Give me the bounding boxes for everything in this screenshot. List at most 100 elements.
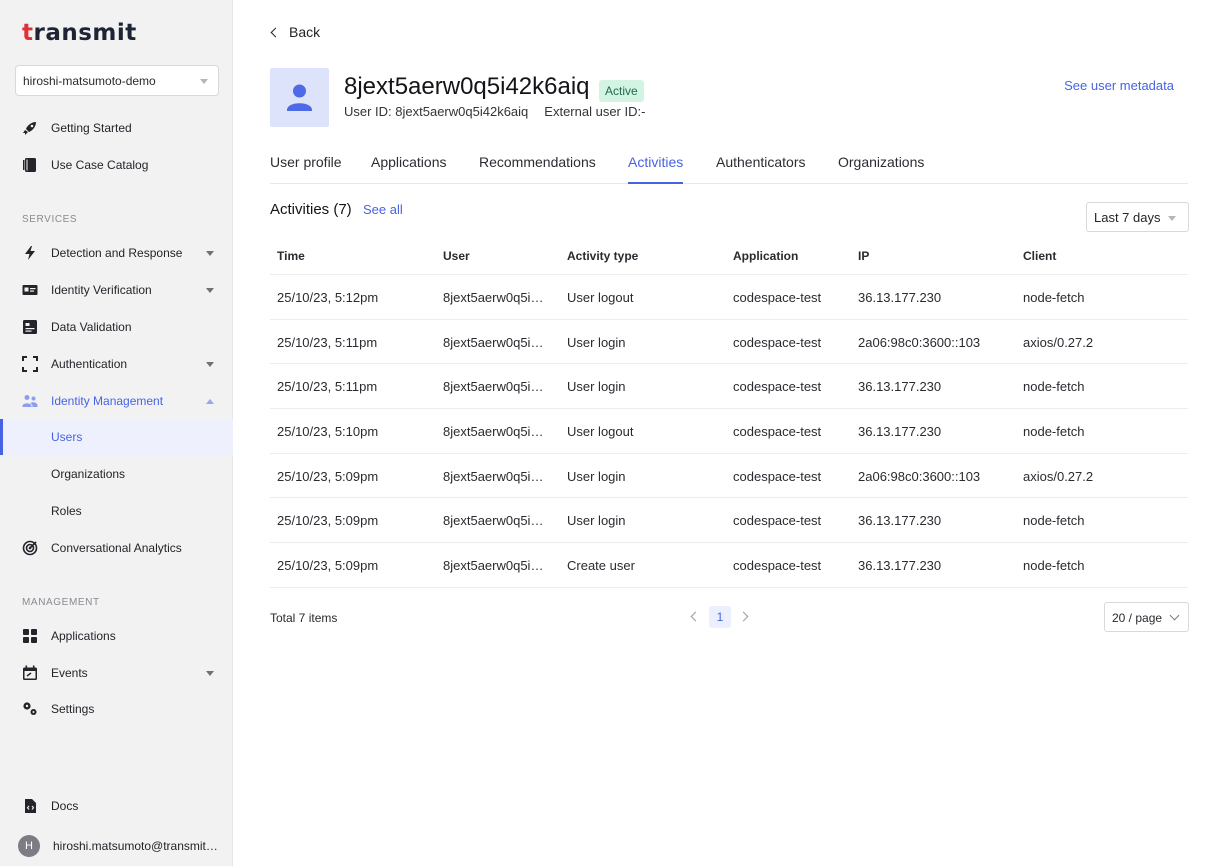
sidebar-item-conversational-analytics[interactable]: Conversational Analytics <box>0 530 233 566</box>
radar-icon <box>22 540 38 556</box>
tab-user-profile[interactable]: User profile <box>270 154 342 184</box>
page-size-select[interactable]: 20 / page <box>1104 602 1189 632</box>
column-header-ip[interactable]: IP <box>858 249 1018 263</box>
sidebar-item-organizations[interactable]: Organizations <box>0 456 233 492</box>
table-row[interactable]: 25/10/23, 5:11pm 8jext5aerw0q5i42k6aiq U… <box>270 320 1188 365</box>
user-email: hiroshi.matsumoto@transmitsecurity.com <box>53 839 221 853</box>
cell-application: codespace-test <box>733 468 822 484</box>
cell-client: node-fetch <box>1023 290 1085 305</box>
back-label: Back <box>289 24 321 40</box>
cell-activity-type: User logout <box>567 424 634 440</box>
table-row[interactable]: 25/10/23, 5:10pm 8jext5aerw0q5i42k6aiq U… <box>270 409 1188 454</box>
sidebar-item-label: Settings <box>51 702 95 716</box>
table-row[interactable]: 25/10/23, 5:09pm 8jext5aerw0q5i42k6aiq U… <box>270 454 1188 499</box>
cell-ip: 2a06:98c0:3600::103 <box>858 468 981 484</box>
sidebar-item-docs[interactable]: Docs <box>0 788 233 824</box>
caret-down-icon <box>1168 216 1176 221</box>
sidebar-item-detection-and-response[interactable]: Detection and Response <box>0 235 233 271</box>
calendar-icon <box>23 665 37 680</box>
table-row[interactable]: 25/10/23, 5:09pm 8jext5aerw0q5i42k6aiq U… <box>270 498 1188 544</box>
sidebar-item-applications[interactable]: Applications <box>0 618 233 654</box>
cell-application: codespace-test <box>733 513 822 529</box>
cell-activity-type: User login <box>567 513 626 529</box>
id-card-icon <box>22 285 38 295</box>
sidebar-item-authentication[interactable]: Authentication <box>0 346 233 382</box>
cell-client: node-fetch <box>1023 558 1085 574</box>
tab-activities[interactable]: Activities <box>628 154 684 184</box>
caret-down-icon <box>206 362 214 367</box>
cell-user: 8jext5aerw0q5i42k6aiq <box>443 334 550 350</box>
cell-ip: 36.13.177.230 <box>858 379 942 395</box>
bolt-icon <box>25 246 35 260</box>
sidebar-item-users[interactable]: Users <box>0 419 233 455</box>
cell-ip: 36.13.177.230 <box>858 558 942 574</box>
see-user-metadata-link[interactable]: See user metadata <box>1064 78 1174 93</box>
cell-client: node-fetch <box>1023 513 1085 529</box>
gears-icon <box>23 702 37 715</box>
sidebar-item-label: Identity Verification <box>51 283 152 297</box>
cell-activity-type: User login <box>567 379 626 395</box>
chevron-right-icon[interactable] <box>738 611 749 622</box>
sidebar-item-identity-management[interactable]: Identity Management <box>0 383 233 419</box>
caret-down-icon <box>200 79 208 84</box>
column-header-application[interactable]: Application <box>733 249 853 263</box>
cell-time: 25/10/23, 5:12pm <box>277 290 379 305</box>
sidebar-item-identity-verification[interactable]: Identity Verification <box>0 272 233 308</box>
cell-ip: 36.13.177.230 <box>858 424 942 440</box>
caret-down-icon <box>206 288 214 293</box>
cell-user: 8jext5aerw0q5i42k6aiq <box>443 513 550 529</box>
sidebar-item-data-validation[interactable]: Data Validation <box>0 309 233 345</box>
tab-organizations[interactable]: Organizations <box>838 154 924 184</box>
cell-application: codespace-test <box>733 334 822 350</box>
total-items: Total 7 items <box>270 611 338 625</box>
cell-time: 25/10/23, 5:09pm <box>277 468 379 484</box>
cell-client: node-fetch <box>1023 424 1085 440</box>
tab-authenticators[interactable]: Authenticators <box>716 154 806 184</box>
cell-user: 8jext5aerw0q5i42k6aiq <box>443 424 550 440</box>
cell-client: axios/0.27.2 <box>1023 334 1094 350</box>
user-avatar <box>270 68 329 127</box>
cell-activity-type: Create user <box>567 558 635 574</box>
cell-ip: 36.13.177.230 <box>858 513 942 529</box>
sidebar-item-getting-started[interactable]: Getting Started <box>0 110 233 146</box>
tab-applications[interactable]: Applications <box>371 154 447 184</box>
column-header-client[interactable]: Client <box>1023 249 1183 263</box>
cell-application: codespace-test <box>733 424 822 440</box>
transmit-logo[interactable]: transmit <box>22 20 137 46</box>
date-range-value: Last 7 days <box>1094 210 1161 225</box>
table-row[interactable]: 25/10/23, 5:11pm 8jext5aerw0q5i42k6aiq U… <box>270 364 1188 410</box>
sidebar: transmit hiroshi-matsumoto-demo Getting … <box>0 0 233 866</box>
cell-ip: 36.13.177.230 <box>858 290 942 305</box>
account-menu[interactable]: H hiroshi.matsumoto@transmitsecurity.com <box>0 828 233 864</box>
chevron-left-icon[interactable] <box>690 611 701 622</box>
sidebar-item-use-case-catalog[interactable]: Use Case Catalog <box>0 147 233 183</box>
caret-down-icon <box>206 251 214 256</box>
validation-icon <box>23 320 37 334</box>
tab-recommendations[interactable]: Recommendations <box>479 154 596 184</box>
sidebar-item-events[interactable]: Events <box>0 655 233 691</box>
cell-user: 8jext5aerw0q5i42k6aiq <box>443 558 550 574</box>
cell-activity-type: User logout <box>567 290 634 305</box>
status-badge: Active <box>599 80 644 102</box>
pagination-page-1[interactable]: 1 <box>709 606 731 628</box>
sidebar-item-roles[interactable]: Roles <box>0 493 233 529</box>
sidebar-item-label: Docs <box>51 799 79 813</box>
sidebar-item-label: Authentication <box>51 357 128 371</box>
table-row[interactable]: 25/10/23, 5:12pm 8jext5aerw0q5i42k6aiq U… <box>270 275 1188 320</box>
sidebar-item-label: Events <box>51 666 88 680</box>
sidebar-item-label: Applications <box>51 629 116 643</box>
table-row[interactable]: 25/10/23, 5:09pm 8jext5aerw0q5i42k6aiq C… <box>270 543 1188 588</box>
sidebar-item-settings[interactable]: Settings <box>0 691 233 727</box>
page-title: 8jext5aerw0q5i42k6aiq <box>344 73 590 100</box>
column-header-time[interactable]: Time <box>277 249 437 263</box>
column-header-user[interactable]: User <box>443 249 550 263</box>
cell-ip: 2a06:98c0:3600::103 <box>858 334 981 350</box>
tenant-selector[interactable]: hiroshi-matsumoto-demo <box>15 65 219 96</box>
date-range-select[interactable]: Last 7 days <box>1086 202 1189 232</box>
rocket-icon <box>23 122 36 135</box>
column-header-activity-type[interactable]: Activity type <box>567 249 727 263</box>
scan-frame-icon <box>22 356 38 372</box>
avatar: H <box>18 835 40 857</box>
see-all-link[interactable]: See all <box>363 202 403 217</box>
back-button[interactable]: Back <box>268 24 320 40</box>
